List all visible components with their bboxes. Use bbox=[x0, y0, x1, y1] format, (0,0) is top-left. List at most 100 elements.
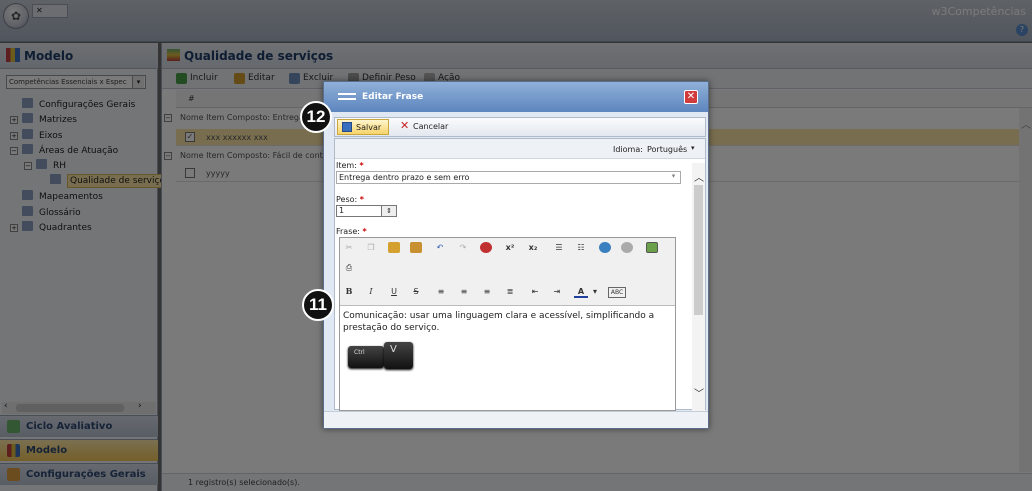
cycle-icon bbox=[7, 420, 20, 433]
unlink-icon[interactable] bbox=[621, 242, 633, 253]
group-header[interactable]: − Nome Item Composto: Fácil de contato bbox=[164, 151, 336, 160]
tree-item-label: Configurações Gerais bbox=[39, 100, 136, 110]
expander-icon[interactable]: − bbox=[24, 162, 32, 170]
strikethrough-icon[interactable]: S bbox=[409, 285, 423, 298]
italic-icon[interactable]: I bbox=[364, 285, 378, 298]
copy-icon[interactable]: ❐ bbox=[364, 241, 378, 254]
item-label: Item: * bbox=[336, 161, 364, 170]
cancel-button[interactable]: ✕ Cancelar bbox=[397, 119, 459, 135]
chevron-down-icon[interactable]: ▾ bbox=[691, 144, 695, 152]
tools-icon bbox=[7, 468, 20, 481]
cut-icon[interactable]: ✂ bbox=[342, 241, 356, 254]
expander-icon[interactable]: + bbox=[10, 132, 18, 140]
nav-ciclo-avaliativo[interactable]: Ciclo Avaliativo bbox=[0, 415, 158, 437]
paste-text-icon[interactable] bbox=[410, 242, 422, 253]
top-bar: ✿ ✕ w3Competências ? bbox=[0, 0, 1032, 42]
chevron-down-icon[interactable]: ▾ bbox=[668, 172, 679, 183]
folder-icon bbox=[36, 159, 47, 169]
horizontal-scrollbar[interactable]: ‹ › bbox=[2, 401, 156, 414]
folder-icon bbox=[22, 98, 33, 108]
expander-icon[interactable]: − bbox=[10, 147, 18, 155]
item-select[interactable]: Entrega dentro prazo e sem erro ▾ bbox=[336, 171, 681, 184]
tree-item[interactable]: + Matrizes bbox=[10, 113, 77, 125]
frase-label: Frase: * bbox=[336, 227, 367, 236]
paste-icon[interactable] bbox=[388, 242, 400, 253]
align-right-icon[interactable]: ≡ bbox=[480, 285, 494, 298]
superscript-icon[interactable]: x² bbox=[503, 241, 517, 254]
dialog-title-bar[interactable]: Editar Frase bbox=[324, 82, 708, 112]
underline-icon[interactable]: U bbox=[387, 285, 401, 298]
redo-icon[interactable]: ↷ bbox=[456, 241, 470, 254]
peso-label: Peso: * bbox=[336, 195, 364, 204]
step-badge-11: 11 bbox=[302, 289, 334, 321]
help-icon[interactable]: ? bbox=[1016, 24, 1028, 36]
tree-item[interactable]: Mapeamentos bbox=[10, 190, 103, 202]
floppy-icon bbox=[342, 122, 352, 132]
spellcheck-icon[interactable] bbox=[480, 242, 492, 253]
v-key-icon: V bbox=[384, 342, 413, 369]
ordered-list-icon[interactable]: ☰ bbox=[552, 241, 566, 254]
spellcheck-abc-icon[interactable]: ABC bbox=[608, 287, 626, 298]
close-icon[interactable]: ✕ bbox=[684, 90, 698, 104]
spinner-icon[interactable]: ⇕ bbox=[381, 205, 397, 217]
tree-item[interactable]: + Quadrantes bbox=[10, 221, 92, 233]
print-icon[interactable]: ⎙ bbox=[342, 261, 356, 274]
scroll-right-icon[interactable]: › bbox=[138, 401, 142, 411]
row-checkbox[interactable]: ✓ bbox=[185, 132, 195, 142]
folder-icon bbox=[50, 174, 61, 184]
scroll-left-icon[interactable]: ‹ bbox=[4, 401, 8, 411]
tree-item[interactable]: Qualidade de serviços bbox=[38, 174, 173, 188]
align-left-icon[interactable]: ≡ bbox=[434, 285, 448, 298]
justify-icon[interactable]: ≣ bbox=[503, 285, 517, 298]
tree-item[interactable]: − RH bbox=[24, 159, 66, 171]
font-color-icon[interactable]: A bbox=[574, 285, 588, 298]
expander-icon[interactable]: + bbox=[10, 116, 18, 124]
tree-item[interactable]: Glossário bbox=[10, 206, 81, 218]
row-checkbox[interactable] bbox=[185, 168, 195, 178]
plus-icon bbox=[176, 73, 187, 84]
chevron-down-icon[interactable]: ▾ bbox=[132, 76, 144, 88]
folder-icon bbox=[22, 221, 33, 231]
expander-icon[interactable]: + bbox=[10, 224, 18, 232]
unordered-list-icon[interactable]: ☷ bbox=[574, 241, 588, 254]
status-text: 1 registro(s) selecionado(s). bbox=[162, 473, 1032, 491]
tree-item-label: RH bbox=[53, 161, 67, 171]
vertical-scrollbar[interactable]: ︿ ﹀ bbox=[692, 163, 705, 411]
edit-icon bbox=[234, 73, 245, 84]
language-label: Idioma: bbox=[613, 145, 643, 154]
undo-icon[interactable]: ↶ bbox=[433, 241, 447, 254]
group-header[interactable]: − Nome Item Composto: Entregar bbox=[164, 113, 307, 122]
language-select[interactable]: Português bbox=[647, 145, 687, 154]
tree-item-label: Quadrantes bbox=[39, 223, 92, 233]
link-icon[interactable] bbox=[599, 242, 611, 253]
model-select[interactable]: Competências Essenciais x Espec bbox=[6, 75, 146, 89]
tree-item[interactable]: − Áreas de Atuação bbox=[10, 144, 118, 156]
incluir-button[interactable]: Incluir bbox=[176, 73, 218, 84]
save-button[interactable]: Salvar bbox=[337, 119, 389, 135]
bold-icon[interactable]: B bbox=[342, 285, 356, 298]
editor-toolbar: ✂ ❐ ↶ ↷ x² x₂ ☰ ☷ ⎙ B I U S ≡ ≡ ≡ ≣ ⇤ ⇥ … bbox=[340, 238, 675, 306]
app-logo-icon bbox=[338, 93, 356, 100]
dialog-toolbar: Salvar ✕ Cancelar bbox=[334, 117, 706, 137]
vertical-scrollbar[interactable]: ︿ bbox=[1019, 108, 1032, 472]
rich-text-editor[interactable]: ✂ ❐ ↶ ↷ x² x₂ ☰ ☷ ⎙ B I U S ≡ ≡ ≡ ≣ ⇤ ⇥ … bbox=[339, 237, 676, 411]
app-logo-icon[interactable]: ✿ bbox=[3, 3, 29, 29]
subscript-icon[interactable]: x₂ bbox=[526, 241, 540, 254]
image-icon[interactable] bbox=[646, 242, 658, 253]
tree-item-label: Eixos bbox=[39, 131, 63, 141]
tree-item[interactable]: + Eixos bbox=[10, 129, 62, 141]
indent-icon[interactable]: ⇥ bbox=[550, 285, 564, 298]
app-tab[interactable]: ✕ bbox=[32, 4, 68, 18]
tree-item-label: Mapeamentos bbox=[39, 192, 103, 202]
editor-content[interactable]: Comunicação: usar uma linguagem clara e … bbox=[343, 310, 668, 334]
editar-button[interactable]: Editar bbox=[234, 73, 275, 84]
outdent-icon[interactable]: ⇤ bbox=[528, 285, 542, 298]
align-center-icon[interactable]: ≡ bbox=[457, 285, 471, 298]
language-bar: Idioma: Português ▾ bbox=[335, 139, 705, 159]
chevron-down-icon[interactable]: ▾ bbox=[588, 285, 602, 298]
books-icon bbox=[6, 48, 20, 62]
nav-configuracoes-gerais[interactable]: Configurações Gerais bbox=[0, 463, 158, 485]
tree-item[interactable]: Configurações Gerais bbox=[10, 98, 135, 110]
nav-modelo[interactable]: Modelo bbox=[0, 439, 158, 461]
trash-icon bbox=[289, 73, 300, 84]
